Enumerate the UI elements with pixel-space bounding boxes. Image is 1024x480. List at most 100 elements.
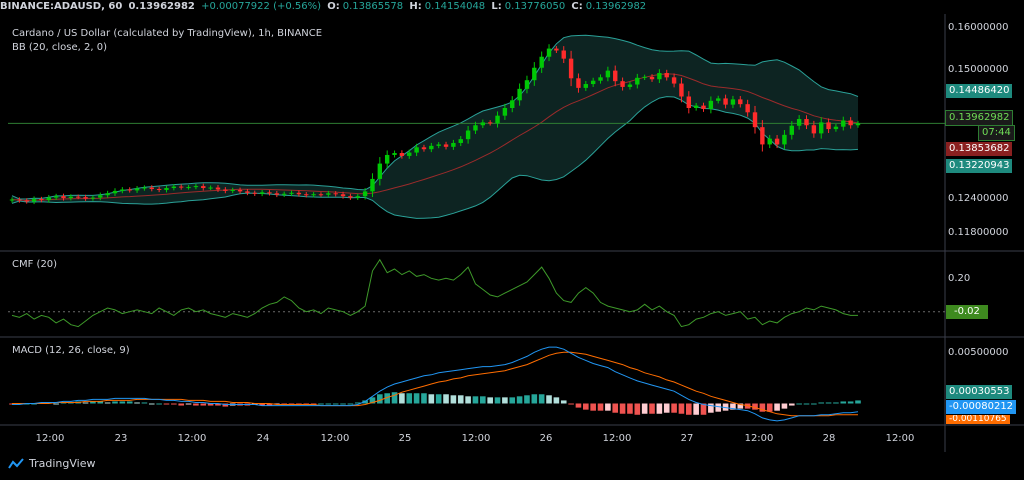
candle-up xyxy=(171,186,177,189)
candle-up xyxy=(833,126,839,130)
candle-down xyxy=(61,196,66,199)
macd-histogram-bar xyxy=(678,403,685,414)
candle-down xyxy=(245,191,250,193)
macd-histogram-bar xyxy=(847,401,854,404)
candle-up xyxy=(355,196,360,198)
candle-down xyxy=(671,77,677,84)
cmf-legend[interactable]: CMF (20) xyxy=(12,259,57,270)
candle-down xyxy=(568,58,574,79)
macd-histogram-bar xyxy=(332,403,339,405)
macd-histogram-bar xyxy=(509,397,516,404)
candle-up xyxy=(480,122,486,126)
macd-histogram-bar xyxy=(531,394,538,404)
macd-histogram-bar xyxy=(627,403,633,414)
candle-down xyxy=(487,122,493,124)
candle-up xyxy=(68,196,74,199)
candle-down xyxy=(39,199,44,201)
candle-down xyxy=(156,188,162,190)
macd-histogram-bar xyxy=(325,403,332,405)
macd-histogram-bar xyxy=(112,401,118,404)
macd-histogram-bar xyxy=(796,403,802,405)
candle-down xyxy=(24,200,29,202)
tradingview-brand[interactable]: TradingView xyxy=(8,457,95,470)
macd-histogram-bar xyxy=(134,402,140,404)
macd-histogram-bar xyxy=(487,397,493,404)
macd-histogram-bar xyxy=(148,403,155,405)
candle-up xyxy=(429,145,434,150)
candle-down xyxy=(745,104,750,113)
macd-histogram-bar xyxy=(141,402,148,404)
candle-up xyxy=(46,197,51,200)
macd-histogram-bar xyxy=(546,395,552,404)
candle-down xyxy=(679,83,684,97)
macd-histogram-bar xyxy=(377,394,383,404)
macd-line-tag: -0.00080212 xyxy=(946,400,1017,414)
main-chart-title[interactable]: Cardano / US Dollar (calculated by Tradi… xyxy=(12,28,322,39)
macd-histogram-bar xyxy=(163,403,170,405)
macd-histogram-bar xyxy=(788,403,795,406)
time-axis-tick: 23 xyxy=(115,433,128,444)
candle-down xyxy=(252,192,257,194)
candle-down xyxy=(267,192,272,194)
candle-down xyxy=(723,98,728,105)
candle-up xyxy=(53,196,59,198)
macd-histogram-bar xyxy=(428,394,435,404)
cmf-value-tag: -0.02 xyxy=(946,305,988,319)
footer xyxy=(0,452,1024,480)
candle-up xyxy=(716,98,721,101)
time-axis-tick: 12:00 xyxy=(36,433,65,444)
candle-down xyxy=(340,194,346,197)
candle-up xyxy=(657,73,662,80)
macd-histogram-bar xyxy=(406,393,413,404)
macd-histogram-bar xyxy=(450,395,457,404)
candle-down xyxy=(348,196,353,198)
candle-down xyxy=(333,193,338,195)
candle-down xyxy=(752,112,758,128)
macd-histogram-bar xyxy=(693,403,699,415)
candle-down xyxy=(17,199,22,201)
macd-histogram-bar xyxy=(502,397,508,404)
candle-down xyxy=(215,187,221,190)
bb-legend[interactable]: BB (20, close, 2, 0) xyxy=(12,42,107,53)
macd-histogram-bar xyxy=(590,403,596,411)
chart-canvas[interactable]: 12:00 23 12:00 24 12:00 25 12:00 26 12:00 27 12:00… xyxy=(0,0,1024,452)
candle-up xyxy=(289,192,294,194)
candle-down xyxy=(399,153,405,156)
tradingview-logo-icon xyxy=(8,457,24,469)
candle-down xyxy=(811,125,817,134)
candle-up xyxy=(767,138,772,145)
last-price-tag: 0.13962982 xyxy=(945,110,1014,126)
macd-histogram-bar xyxy=(663,403,670,413)
macd-histogram-bar xyxy=(840,401,847,404)
candle-down xyxy=(686,96,691,108)
candle-up xyxy=(370,178,375,192)
macd-histogram-bar xyxy=(568,403,574,405)
candle-up xyxy=(451,142,456,147)
macd-signal-tag: -0.00110765 xyxy=(946,415,1010,424)
macd-histogram-bar xyxy=(833,402,839,404)
candle-up xyxy=(708,100,714,109)
macd-histogram-bar xyxy=(818,402,825,404)
candle-down xyxy=(774,138,780,145)
macd-histogram-bar xyxy=(104,402,111,404)
candle-down xyxy=(83,197,88,199)
macd-histogram-bar xyxy=(178,403,184,406)
candle-up xyxy=(112,190,118,194)
candle-up xyxy=(259,192,265,194)
macd-legend[interactable]: MACD (12, 26, close, 9) xyxy=(12,345,130,356)
macd-histogram-bar xyxy=(465,396,471,404)
candle-down xyxy=(738,99,743,105)
price-axis-tick: 0.15000000 xyxy=(948,64,1009,75)
candle-up xyxy=(186,187,191,189)
time-axis-tick: 24 xyxy=(257,433,270,444)
candle-up xyxy=(281,193,287,195)
price-axis-tick: 0.12400000 xyxy=(948,193,1009,204)
candle-up xyxy=(377,163,383,179)
macd-histogram-bar xyxy=(399,393,405,404)
macd-histogram-bar xyxy=(524,395,530,404)
candle-up xyxy=(598,77,603,81)
candle-down xyxy=(664,73,669,78)
candle-up xyxy=(458,139,463,143)
candle-up xyxy=(230,189,235,191)
macd-histogram-bar xyxy=(649,403,655,414)
